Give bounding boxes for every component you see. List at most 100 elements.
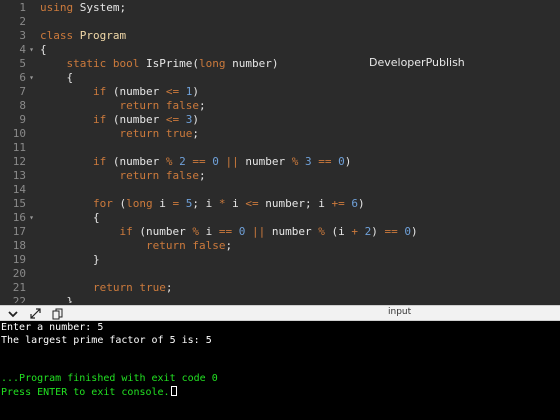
online-compiler-window: 1 using System; 2 3 class Program 4 ▾{5 static… bbox=[0, 0, 560, 420]
console-line-text: Enter a number: 5 bbox=[1, 322, 104, 333]
text-cursor bbox=[170, 386, 177, 396]
code-line[interactable]: 4 ▾ { bbox=[0, 43, 560, 57]
code-line[interactable]: 10 return true; bbox=[0, 127, 560, 141]
console-line-text: The largest prime factor of 5 is: 5 bbox=[1, 334, 212, 346]
code-token: 0 bbox=[212, 155, 219, 168]
code-line[interactable]: 9 if (number <= 3) bbox=[0, 113, 560, 127]
code-line[interactable]: 16 ▾ { bbox=[0, 211, 560, 225]
line-number-gutter: 21 bbox=[0, 281, 36, 295]
line-number-gutter: 16 ▾ bbox=[0, 211, 36, 225]
code-token: return bbox=[119, 127, 160, 140]
code-token: false bbox=[192, 239, 226, 252]
code-token: == bbox=[192, 155, 206, 168]
fold-toggle-icon[interactable]: ▾ bbox=[29, 211, 34, 225]
code-token: ; bbox=[165, 281, 173, 294]
code-token: IsPrime bbox=[146, 57, 193, 70]
code-line[interactable]: 8 return false; bbox=[0, 99, 560, 113]
code-line[interactable]: 1 using System; bbox=[0, 1, 560, 15]
code-token: using bbox=[40, 1, 74, 14]
code-line[interactable]: 21 return true; bbox=[0, 281, 560, 295]
code-text: return true; bbox=[40, 281, 173, 295]
code-editor[interactable]: 1 using System; 2 3 class Program 4 ▾{5 static… bbox=[0, 0, 560, 303]
fold-toggle-icon[interactable]: ▾ bbox=[29, 43, 34, 57]
code-line[interactable]: 22 } bbox=[0, 295, 560, 303]
code-token: 2 bbox=[179, 155, 186, 168]
line-number: 21 bbox=[12, 281, 26, 294]
line-number-gutter: 1 bbox=[0, 1, 36, 15]
console-line: ...Program finished with exit code 0 bbox=[1, 373, 218, 385]
code-line[interactable]: 6 ▾ { bbox=[0, 71, 560, 85]
code-token: bool bbox=[112, 57, 140, 70]
line-number: 4 bbox=[19, 43, 26, 56]
line-number: 19 bbox=[12, 253, 26, 266]
code-token: <= bbox=[165, 113, 180, 126]
line-number: 13 bbox=[12, 169, 26, 182]
code-line[interactable]: 20 bbox=[0, 267, 560, 281]
code-token: long bbox=[126, 197, 153, 210]
line-number-gutter: 9 bbox=[0, 113, 36, 127]
line-number: 7 bbox=[19, 85, 26, 98]
code-line[interactable]: 2 bbox=[0, 15, 560, 29]
fold-toggle-icon[interactable]: ▾ bbox=[29, 71, 34, 85]
line-number-gutter: 2 bbox=[0, 15, 36, 29]
console-line: Enter a number: 5 bbox=[1, 322, 103, 334]
code-line[interactable]: 7 if (number <= 1) bbox=[0, 85, 560, 99]
line-number-gutter: 7 bbox=[0, 85, 36, 99]
output-console[interactable]: Enter a number: 5 The largest prime facto… bbox=[0, 321, 560, 420]
code-line[interactable]: 18 return false; bbox=[0, 239, 560, 253]
code-token: } bbox=[40, 253, 100, 266]
code-text: return false; bbox=[40, 99, 205, 113]
watermark-text: DeveloperPublish bbox=[369, 56, 465, 69]
copy-icon[interactable] bbox=[50, 307, 64, 320]
code-token: System; bbox=[73, 1, 127, 14]
code-text: { bbox=[40, 71, 73, 85]
code-text: } bbox=[40, 253, 100, 267]
code-text: { bbox=[40, 43, 47, 57]
code-line[interactable]: 12 if (number % 2 == 0 || number % 3 == … bbox=[0, 155, 560, 169]
code-line[interactable]: 3 class Program bbox=[0, 29, 560, 43]
code-token: <= bbox=[165, 85, 180, 98]
line-number: 8 bbox=[19, 99, 26, 112]
expand-icon[interactable] bbox=[28, 307, 42, 320]
code-text: { bbox=[40, 211, 100, 225]
chevron-down-icon[interactable] bbox=[6, 307, 20, 320]
code-line[interactable]: 13 return false; bbox=[0, 169, 560, 183]
code-line[interactable]: 11 bbox=[0, 141, 560, 155]
console-line: The largest prime factor of 5 is: 5 bbox=[1, 335, 212, 347]
code-line[interactable]: 17 if (number % i == 0 || number % (i + … bbox=[0, 225, 560, 239]
code-text: return false; bbox=[40, 239, 232, 253]
code-token: % bbox=[192, 225, 199, 238]
code-text: if (number % i == 0 || number % (i + 2) … bbox=[40, 225, 418, 239]
code-token: ; i bbox=[192, 197, 219, 210]
line-number-gutter: 17 bbox=[0, 225, 36, 239]
line-number-gutter: 22 bbox=[0, 295, 36, 303]
code-token: ) bbox=[357, 197, 365, 210]
code-token: false bbox=[165, 169, 199, 182]
code-token: static bbox=[66, 57, 107, 70]
console-line: Press ENTER to exit console. bbox=[1, 386, 177, 398]
line-number: 12 bbox=[12, 155, 26, 168]
code-token: if bbox=[92, 155, 107, 168]
code-line[interactable]: 5 static bool IsPrime(long number) bbox=[0, 57, 560, 71]
code-token: (number bbox=[106, 113, 166, 126]
line-number: 3 bbox=[19, 29, 26, 42]
input-tab-label[interactable]: input bbox=[388, 307, 411, 317]
code-line[interactable]: 14 bbox=[0, 183, 560, 197]
line-number-gutter: 18 bbox=[0, 239, 36, 253]
code-line[interactable]: 15 for (long i = 5; i * i <= number; i +… bbox=[0, 197, 560, 211]
code-token: 0 bbox=[338, 155, 345, 168]
line-number-gutter: 3 bbox=[0, 29, 36, 43]
code-token: ) bbox=[410, 225, 418, 238]
code-token: + bbox=[351, 225, 358, 238]
code-line[interactable]: 19 } bbox=[0, 253, 560, 267]
